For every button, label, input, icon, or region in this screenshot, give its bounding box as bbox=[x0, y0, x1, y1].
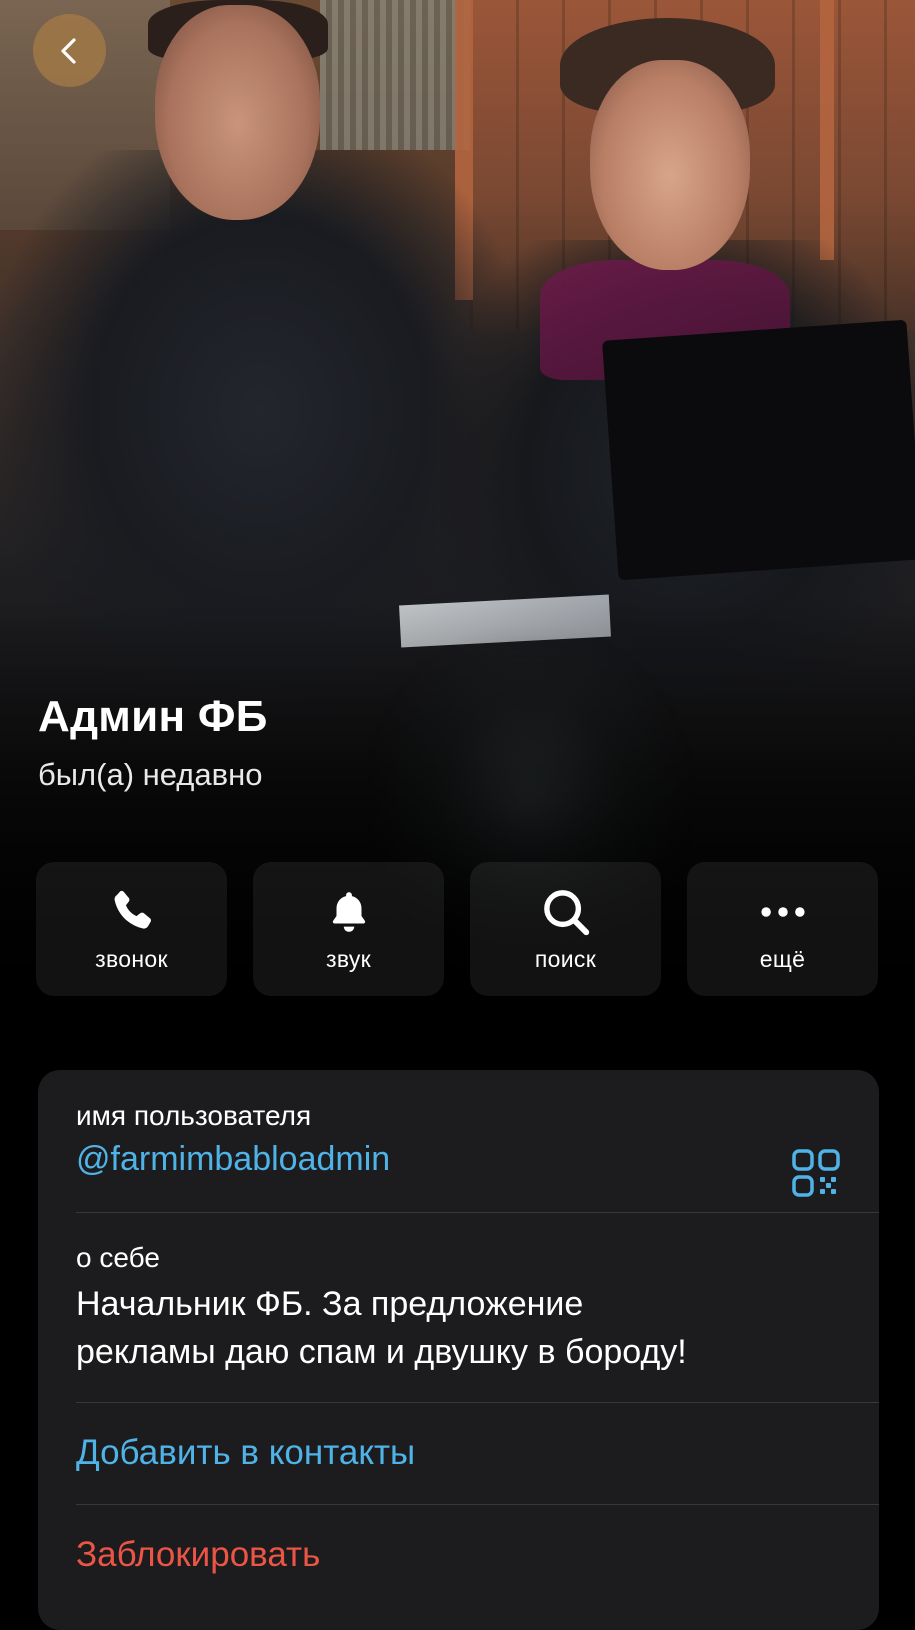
bio-caption: о себе bbox=[76, 1242, 160, 1273]
search-label: поиск bbox=[534, 946, 597, 972]
photo-background-window bbox=[320, 0, 470, 150]
call-button[interactable]: звонок bbox=[36, 862, 227, 996]
username-value[interactable]: @farmimbabloadmin bbox=[76, 1140, 879, 1179]
search-button[interactable]: поиск bbox=[470, 862, 661, 996]
bio-line: Начальник ФБ. За предложение bbox=[76, 1285, 584, 1323]
more-icon bbox=[755, 884, 811, 940]
qr-code-button[interactable] bbox=[791, 1148, 841, 1198]
username-row[interactable]: имя пользователя @farmimbabloadmin bbox=[76, 1100, 879, 1197]
profile-name: Админ ФБ bbox=[38, 692, 268, 741]
chevron-left-icon bbox=[60, 37, 76, 64]
add-contact-row[interactable]: Добавить в контакты bbox=[76, 1433, 879, 1473]
bio-text: Начальник ФБ. За предложение рекламы даю… bbox=[76, 1280, 879, 1376]
add-contact-button[interactable]: Добавить в контакты bbox=[76, 1433, 879, 1473]
divider bbox=[76, 1402, 879, 1403]
block-row[interactable]: Заблокировать bbox=[76, 1535, 879, 1575]
search-icon bbox=[538, 884, 594, 940]
bio-line: рекламы даю спам и двушку в бороду! bbox=[76, 1333, 687, 1371]
more-label: ещё bbox=[759, 946, 806, 972]
mute-label: звук bbox=[325, 946, 372, 972]
more-button[interactable]: ещё bbox=[687, 862, 878, 996]
phone-icon bbox=[104, 884, 160, 940]
bell-icon bbox=[321, 884, 377, 940]
qr-code-icon bbox=[792, 1149, 840, 1197]
photo-background-pole bbox=[820, 0, 834, 260]
profile-status: был(а) недавно bbox=[38, 757, 263, 792]
photo-folder bbox=[602, 319, 915, 581]
divider bbox=[76, 1504, 879, 1505]
back-button[interactable] bbox=[33, 14, 106, 87]
photo-person-left-face bbox=[155, 5, 320, 220]
bio-row: о себе Начальник ФБ. За предложение рекл… bbox=[76, 1242, 879, 1376]
username-caption: имя пользователя bbox=[76, 1100, 312, 1131]
mute-button[interactable]: звук bbox=[253, 862, 444, 996]
action-buttons: звонок звук поиск ещё bbox=[36, 862, 879, 996]
divider bbox=[76, 1212, 879, 1213]
call-label: звонок bbox=[95, 946, 168, 972]
photo-person-right-face bbox=[590, 60, 750, 270]
info-card: имя пользователя @farmimbabloadmin о себ… bbox=[38, 1070, 879, 1630]
block-button[interactable]: Заблокировать bbox=[76, 1535, 879, 1575]
